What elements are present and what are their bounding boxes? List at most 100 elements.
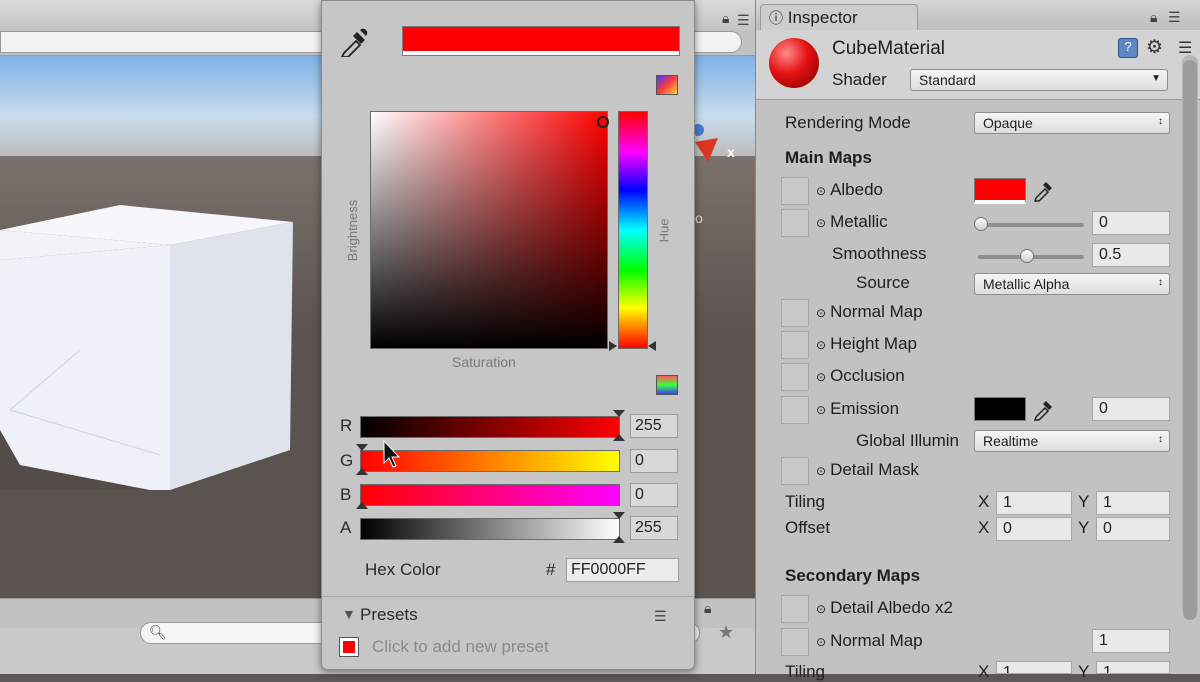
r-marker-icon[interactable] (613, 410, 625, 417)
rendering-mode-dropdown[interactable]: Opaque ↕ (974, 112, 1170, 134)
global-illum-dropdown[interactable]: Realtime ↕ (974, 430, 1170, 452)
tab-inspector[interactable]: ⓘ Inspector (760, 4, 918, 30)
g-marker-icon[interactable] (356, 444, 368, 451)
dropdown-updown-icon: ↕ (1158, 277, 1163, 288)
cube-object[interactable] (0, 200, 330, 500)
a-marker-icon[interactable] (613, 512, 625, 519)
scene-lock-icon[interactable]: 🔒︎ (722, 10, 729, 27)
scene-search-field[interactable] (0, 31, 330, 53)
tiling-x-field[interactable]: 1 (996, 491, 1072, 515)
a-channel-field[interactable]: 255 (630, 516, 678, 540)
shader-dropdown[interactable]: Standard ▼ (910, 69, 1168, 91)
picker-circle-icon[interactable]: ⊙ (816, 635, 826, 649)
metallic-texture-slot[interactable] (781, 209, 809, 237)
g-channel-field[interactable]: 0 (630, 449, 678, 473)
brightness-label: Brightness (345, 199, 361, 262)
secondary-tiling-y-field[interactable]: 1 (1096, 661, 1170, 674)
mouse-cursor-icon (383, 439, 401, 468)
sv-cursor[interactable] (597, 116, 609, 128)
detail-albedo-texture-slot[interactable] (781, 595, 809, 623)
metallic-slider-track[interactable] (978, 223, 1084, 227)
a-channel-slider[interactable] (360, 518, 620, 540)
emission-field[interactable]: 0 (1092, 397, 1170, 421)
favorite-star-icon[interactable]: ★ (718, 622, 734, 643)
secondary-tiling-y-label: Y (1078, 662, 1090, 681)
height-map-texture-slot[interactable] (781, 331, 809, 359)
secondary-normal-scale-field[interactable]: 1 (1092, 629, 1170, 653)
picker-circle-icon[interactable]: ⊙ (816, 338, 826, 352)
lock-icon[interactable]: 🔒︎ (704, 600, 711, 617)
picker-circle-icon[interactable]: ⊙ (816, 403, 826, 417)
emission-texture-slot[interactable] (781, 396, 809, 424)
albedo-texture-slot[interactable] (781, 177, 809, 205)
albedo-color-swatch[interactable] (974, 178, 1026, 204)
current-color-swatch (402, 26, 680, 56)
info-icon: ⓘ (769, 10, 783, 26)
shader-label: Shader (832, 70, 887, 89)
secondary-normal-map-slot[interactable] (781, 628, 809, 656)
help-book-icon[interactable]: ? (1118, 38, 1138, 58)
r-channel-label: R (340, 416, 353, 435)
secondary-tiling-x-label: X (978, 662, 990, 681)
presets-menu-icon[interactable]: ☰ (654, 608, 667, 625)
source-dropdown[interactable]: Metallic Alpha ↕ (974, 273, 1170, 295)
dropdown-arrow-icon: ▼ (1151, 73, 1161, 84)
picker-circle-icon[interactable]: ⊙ (816, 306, 826, 320)
scene-gizmo-field[interactable] (690, 31, 742, 53)
picker-circle-icon[interactable]: ⊙ (816, 602, 826, 616)
tab-inspector-label: Inspector (787, 8, 858, 27)
r-marker-bottom-icon[interactable] (613, 434, 625, 441)
g-marker-bottom-icon[interactable] (356, 468, 368, 475)
g-channel-label: G (340, 451, 354, 470)
offset-x-field[interactable]: 0 (996, 517, 1072, 541)
presets-label[interactable]: Presets (360, 605, 418, 625)
albedo-eyedropper-icon[interactable] (1032, 178, 1054, 202)
presets-expand-icon[interactable]: ▼ (342, 606, 356, 622)
smoothness-slider-knob[interactable] (1020, 249, 1034, 263)
tiling-label: Tiling (785, 492, 825, 511)
tiling-y-label: Y (1078, 492, 1090, 511)
offset-y-field[interactable]: 0 (1096, 517, 1170, 541)
picker-circle-icon[interactable]: ⊙ (816, 464, 826, 478)
settings-gear-icon[interactable]: ⚙ (1146, 36, 1163, 59)
hue-marker-left-icon[interactable] (609, 341, 617, 351)
detail-mask-texture-slot[interactable] (781, 457, 809, 485)
hex-color-input[interactable]: FF0000FF (566, 558, 679, 582)
a-channel-label: A (340, 518, 352, 537)
add-preset-swatch[interactable] (339, 637, 359, 657)
secondary-tiling-x-field[interactable]: 1 (996, 661, 1072, 674)
metallic-field[interactable]: 0 (1092, 211, 1170, 235)
hue-slider[interactable] (618, 111, 648, 349)
b-channel-field[interactable]: 0 (630, 483, 678, 507)
metallic-label: ⊙ Metallic (816, 212, 888, 231)
normal-map-texture-slot[interactable] (781, 299, 809, 327)
eyedropper-icon[interactable] (340, 27, 368, 57)
secondary-tiling-label: Tiling (785, 662, 825, 681)
tiling-y-field[interactable]: 1 (1096, 491, 1170, 515)
saturation-label: Saturation (452, 354, 516, 370)
inspector-lock-icon[interactable]: 🔒︎ (1150, 9, 1157, 26)
main-maps-heading: Main Maps (785, 148, 872, 167)
color-mode-icon[interactable] (656, 75, 678, 95)
picker-circle-icon[interactable]: ⊙ (816, 370, 826, 384)
inspector-scroll-thumb[interactable] (1183, 60, 1197, 620)
picker-circle-icon[interactable]: ⊙ (816, 184, 826, 198)
smoothness-field[interactable]: 0.5 (1092, 243, 1170, 267)
a-marker-bottom-icon[interactable] (613, 536, 625, 543)
emission-color-swatch[interactable] (974, 397, 1026, 421)
b-channel-slider[interactable] (360, 484, 620, 506)
r-channel-field[interactable]: 255 (630, 414, 678, 438)
metallic-slider-knob[interactable] (974, 217, 988, 231)
scene-menu-icon[interactable]: ☰ (737, 12, 750, 29)
slider-mode-icon[interactable] (656, 375, 678, 395)
picker-circle-icon[interactable]: ⊙ (816, 216, 826, 230)
b-marker-icon[interactable] (356, 502, 368, 509)
hue-marker-right-icon[interactable] (648, 341, 656, 351)
add-preset-hint[interactable]: Click to add new preset (372, 637, 549, 657)
occlusion-texture-slot[interactable] (781, 363, 809, 391)
saturation-brightness-box[interactable] (370, 111, 608, 349)
r-channel-slider[interactable] (360, 416, 620, 438)
inspector-menu-icon[interactable]: ☰ (1168, 9, 1181, 26)
emission-eyedropper-icon[interactable] (1032, 397, 1054, 421)
shader-value: Standard (919, 72, 976, 88)
